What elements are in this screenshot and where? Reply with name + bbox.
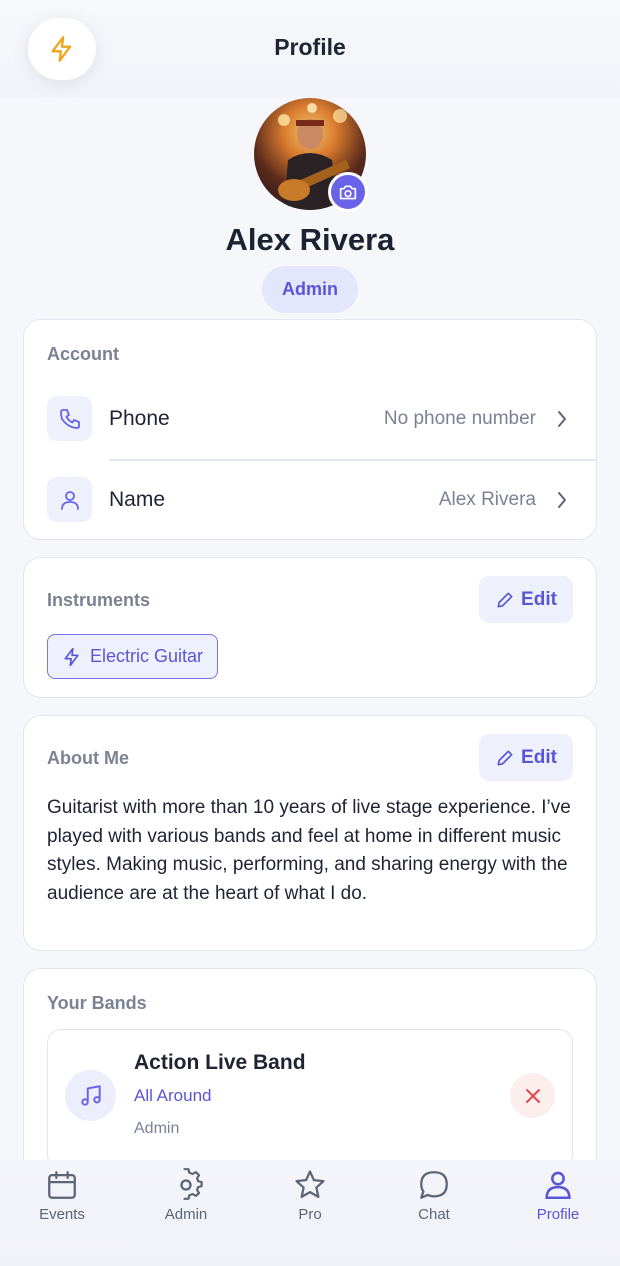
tab-label: Admin xyxy=(164,1206,208,1223)
name-label: Name xyxy=(109,488,166,511)
remove-band-button[interactable] xyxy=(510,1073,555,1118)
music-note-icon xyxy=(80,1084,101,1106)
close-icon xyxy=(525,1088,540,1103)
tab-pro[interactable]: Pro xyxy=(248,1160,372,1250)
chevron-right-icon xyxy=(558,492,566,508)
about-label: About Me xyxy=(47,748,129,768)
band-icon-box xyxy=(65,1070,116,1121)
chat-bubble-icon xyxy=(420,1171,448,1199)
chevron-right-icon xyxy=(558,411,566,427)
band-role: Admin xyxy=(134,1120,180,1137)
instruments-card: Instruments Edit Electric Guitar xyxy=(23,557,597,698)
name-row[interactable]: Name Alex Rivera xyxy=(24,460,596,540)
page-title: Profile xyxy=(274,34,346,60)
phone-row[interactable]: Phone No phone number xyxy=(24,379,596,459)
avatar-container[interactable] xyxy=(254,98,368,212)
phone-value: No phone number xyxy=(383,408,536,429)
band-name: Action Live Band xyxy=(134,1051,306,1074)
change-photo-button[interactable] xyxy=(328,172,368,212)
tab-chat[interactable]: Chat xyxy=(372,1160,496,1250)
camera-icon xyxy=(339,185,357,200)
band-item[interactable]: Action Live Band All Around Admin xyxy=(47,1029,573,1169)
band-genre: All Around xyxy=(134,1086,212,1105)
account-card: Account Phone No phone number Name Alex … xyxy=(23,319,597,540)
name-value: Alex Rivera xyxy=(438,489,536,510)
instruments-label: Instruments xyxy=(47,590,151,610)
user-icon xyxy=(545,1171,571,1200)
lightning-icon xyxy=(64,647,79,666)
phone-icon xyxy=(59,408,80,429)
instrument-chip[interactable]: Electric Guitar xyxy=(47,634,219,679)
calendar-icon xyxy=(48,1171,76,1199)
instrument-label: Electric Guitar xyxy=(90,646,204,666)
tab-label: Events xyxy=(39,1206,85,1223)
star-icon xyxy=(295,1170,325,1199)
tab-profile[interactable]: Profile xyxy=(496,1160,620,1250)
tab-bar: Events Admin Pro Chat Profile xyxy=(0,1160,620,1266)
user-name: Alex Rivera xyxy=(225,222,395,257)
about-text: Guitarist with more than 10 years of liv… xyxy=(47,797,571,904)
gear-icon xyxy=(180,1168,203,1200)
top-bar: Profile xyxy=(0,0,620,98)
tab-label: Pro xyxy=(298,1206,322,1223)
edit-instruments-button[interactable]: Edit xyxy=(479,576,573,623)
bands-label: Your Bands xyxy=(47,993,147,1013)
edit-label: Edit xyxy=(521,588,557,610)
about-card: About Me Edit Guitarist with more than 1… xyxy=(23,715,597,951)
edit-about-button[interactable]: Edit xyxy=(479,734,573,781)
pencil-icon xyxy=(497,592,513,607)
user-icon xyxy=(60,490,79,510)
tab-events[interactable]: Events xyxy=(0,1160,124,1250)
role-badge: Admin xyxy=(262,266,358,313)
pencil-icon xyxy=(497,750,513,765)
tab-label: Chat xyxy=(418,1206,450,1223)
tab-admin[interactable]: Admin xyxy=(124,1160,248,1250)
edit-label: Edit xyxy=(521,746,557,768)
phone-icon-box xyxy=(47,396,92,441)
user-icon-box xyxy=(47,477,92,522)
account-label: Account xyxy=(47,344,119,364)
phone-label: Phone xyxy=(109,407,170,430)
tab-label: Profile xyxy=(536,1206,580,1223)
